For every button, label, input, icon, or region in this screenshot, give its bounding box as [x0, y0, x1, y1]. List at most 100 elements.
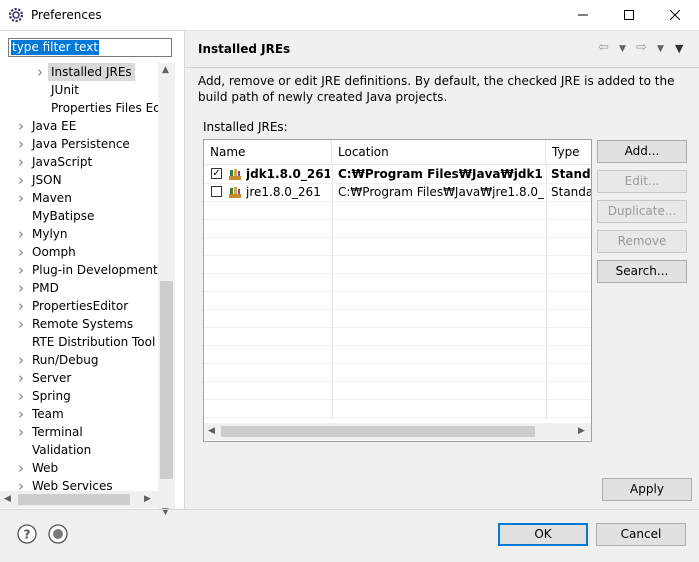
- tree-item[interactable]: › JavaScript: [0, 153, 158, 171]
- column-header-location[interactable]: Location: [332, 140, 546, 164]
- expand-arrow-icon[interactable]: ›: [35, 63, 45, 81]
- tree-item-label: MyBatipse: [32, 209, 95, 223]
- expand-arrow-icon[interactable]: ›: [16, 261, 26, 279]
- tree-item-label: JavaScript: [32, 155, 93, 169]
- expand-arrow-icon[interactable]: ›: [16, 297, 26, 315]
- tree-item[interactable]: › Java Persistence: [0, 135, 158, 153]
- expand-arrow-icon[interactable]: ›: [16, 135, 26, 153]
- svg-text:?: ?: [24, 528, 31, 542]
- expand-arrow-icon[interactable]: ›: [16, 423, 26, 441]
- forward-arrow-icon[interactable]: ⇨: [636, 40, 647, 55]
- table-horizontal-scrollbar[interactable]: ◀ ▶: [204, 423, 591, 440]
- tree-item[interactable]: › Web: [0, 459, 158, 477]
- tree-item[interactable]: Validation: [0, 441, 158, 459]
- tree-item[interactable]: › Java EE: [0, 117, 158, 135]
- jre-table[interactable]: Name Location Type ✓ jdk1.8.0_261... C:₩Pr…: [203, 139, 592, 442]
- tree-horizontal-scrollbar-thumb[interactable]: [18, 494, 130, 505]
- expand-arrow-icon[interactable]: ›: [16, 315, 26, 333]
- tree-vertical-scrollbar-thumb[interactable]: [160, 281, 173, 479]
- tree-item[interactable]: › Server: [0, 369, 158, 387]
- tree-item-label: Oomph: [32, 245, 76, 259]
- tree-item-label: Validation: [32, 443, 92, 457]
- column-header-name[interactable]: Name: [204, 140, 332, 164]
- expand-arrow-icon[interactable]: ›: [16, 459, 26, 477]
- expand-arrow-icon[interactable]: ›: [16, 117, 26, 135]
- maximize-icon: [624, 10, 634, 20]
- column-header-type[interactable]: Type: [546, 140, 591, 164]
- tree-item[interactable]: › JSON: [0, 171, 158, 189]
- tree-vertical-scrollbar[interactable]: ▲ ▼: [158, 63, 175, 521]
- apply-button[interactable]: Apply: [602, 478, 692, 501]
- tree-item[interactable]: › Plug-in Development: [0, 261, 158, 279]
- tree-item[interactable]: JUnit: [0, 81, 158, 99]
- edit-button[interactable]: Edit...: [597, 170, 687, 193]
- minimize-button[interactable]: [560, 0, 606, 30]
- expand-arrow-icon[interactable]: ›: [16, 279, 26, 297]
- tree-item[interactable]: › Terminal: [0, 423, 158, 441]
- help-icon[interactable]: ?: [17, 524, 37, 544]
- tree-item[interactable]: › Installed JREs: [0, 63, 158, 81]
- add-button[interactable]: Add...: [597, 140, 687, 163]
- cancel-button[interactable]: Cancel: [596, 523, 686, 546]
- expand-arrow-icon[interactable]: ›: [16, 243, 26, 261]
- tree-item[interactable]: › Mylyn: [0, 225, 158, 243]
- close-button[interactable]: [652, 0, 698, 30]
- tree-item[interactable]: RTE Distribution Tool: [0, 333, 158, 351]
- expand-arrow-icon[interactable]: ›: [16, 153, 26, 171]
- tree-horizontal-scrollbar[interactable]: ◀ ▶: [0, 491, 158, 508]
- filter-field[interactable]: type filter text: [8, 38, 172, 57]
- search-button[interactable]: Search...: [597, 260, 687, 283]
- empty-row: [204, 219, 591, 238]
- forward-menu-icon[interactable]: ▼: [657, 44, 664, 54]
- scroll-right-icon[interactable]: ▶: [144, 494, 151, 504]
- scroll-right-icon[interactable]: ▶: [578, 426, 585, 436]
- tree-item[interactable]: › Run/Debug: [0, 351, 158, 369]
- tree-item[interactable]: MyBatipse: [0, 207, 158, 225]
- footer-divider: [0, 509, 699, 510]
- back-arrow-icon[interactable]: ⇦: [598, 40, 609, 55]
- duplicate-button[interactable]: Duplicate...: [597, 200, 687, 223]
- table-row[interactable]: jre1.8.0_261 C:₩Program Files₩Java₩jre1.8…: [204, 183, 591, 202]
- jre-type: Standa: [551, 167, 591, 181]
- table-header: Name Location Type: [204, 140, 591, 165]
- tree-item-label: Web: [32, 461, 59, 475]
- expand-arrow-icon[interactable]: ›: [16, 369, 26, 387]
- maximize-button[interactable]: [606, 0, 652, 30]
- expand-arrow-icon[interactable]: ›: [16, 171, 26, 189]
- scroll-up-icon[interactable]: ▲: [162, 65, 169, 75]
- empty-row: [204, 399, 591, 418]
- title-bar: Preferences: [0, 0, 699, 31]
- tree-item[interactable]: › PropertiesEditor: [0, 297, 158, 315]
- filter-input[interactable]: type filter text: [11, 40, 100, 55]
- tree-item-label: JSON: [32, 173, 62, 187]
- close-icon: [670, 10, 680, 20]
- jre-checkbox[interactable]: [211, 186, 222, 197]
- tree-item[interactable]: › Team: [0, 405, 158, 423]
- table-horizontal-scrollbar-thumb[interactable]: [221, 426, 535, 437]
- tree-item[interactable]: Properties Files Edito: [0, 99, 158, 117]
- expand-arrow-icon[interactable]: ›: [16, 225, 26, 243]
- tree-item-label: Run/Debug: [32, 353, 99, 367]
- expand-arrow-icon[interactable]: ›: [16, 351, 26, 369]
- import-export-icon[interactable]: [48, 524, 68, 544]
- tree-item[interactable]: › Remote Systems: [0, 315, 158, 333]
- empty-row: [204, 255, 591, 274]
- expand-arrow-icon[interactable]: ›: [16, 405, 26, 423]
- expand-arrow-icon[interactable]: ›: [16, 387, 26, 405]
- remove-button[interactable]: Remove: [597, 230, 687, 253]
- tree-item[interactable]: › Spring: [0, 387, 158, 405]
- back-menu-icon[interactable]: ▼: [619, 44, 626, 54]
- scroll-left-icon[interactable]: ◀: [208, 426, 215, 436]
- tree-item[interactable]: › Oomph: [0, 243, 158, 261]
- expand-arrow-icon[interactable]: ›: [16, 189, 26, 207]
- table-row[interactable]: ✓ jdk1.8.0_261... C:₩Program Files₩Java₩jd…: [204, 165, 591, 184]
- ok-button[interactable]: OK: [498, 523, 588, 546]
- jre-checkbox[interactable]: ✓: [211, 168, 222, 179]
- tree-item-label: Server: [32, 371, 72, 385]
- tree-item-label: Terminal: [32, 425, 83, 439]
- tree-item[interactable]: › Maven: [0, 189, 158, 207]
- scroll-left-icon[interactable]: ◀: [4, 494, 11, 504]
- tree-item-label: Spring: [32, 389, 71, 403]
- view-menu-icon[interactable]: ▼: [675, 42, 683, 55]
- tree-item[interactable]: › PMD: [0, 279, 158, 297]
